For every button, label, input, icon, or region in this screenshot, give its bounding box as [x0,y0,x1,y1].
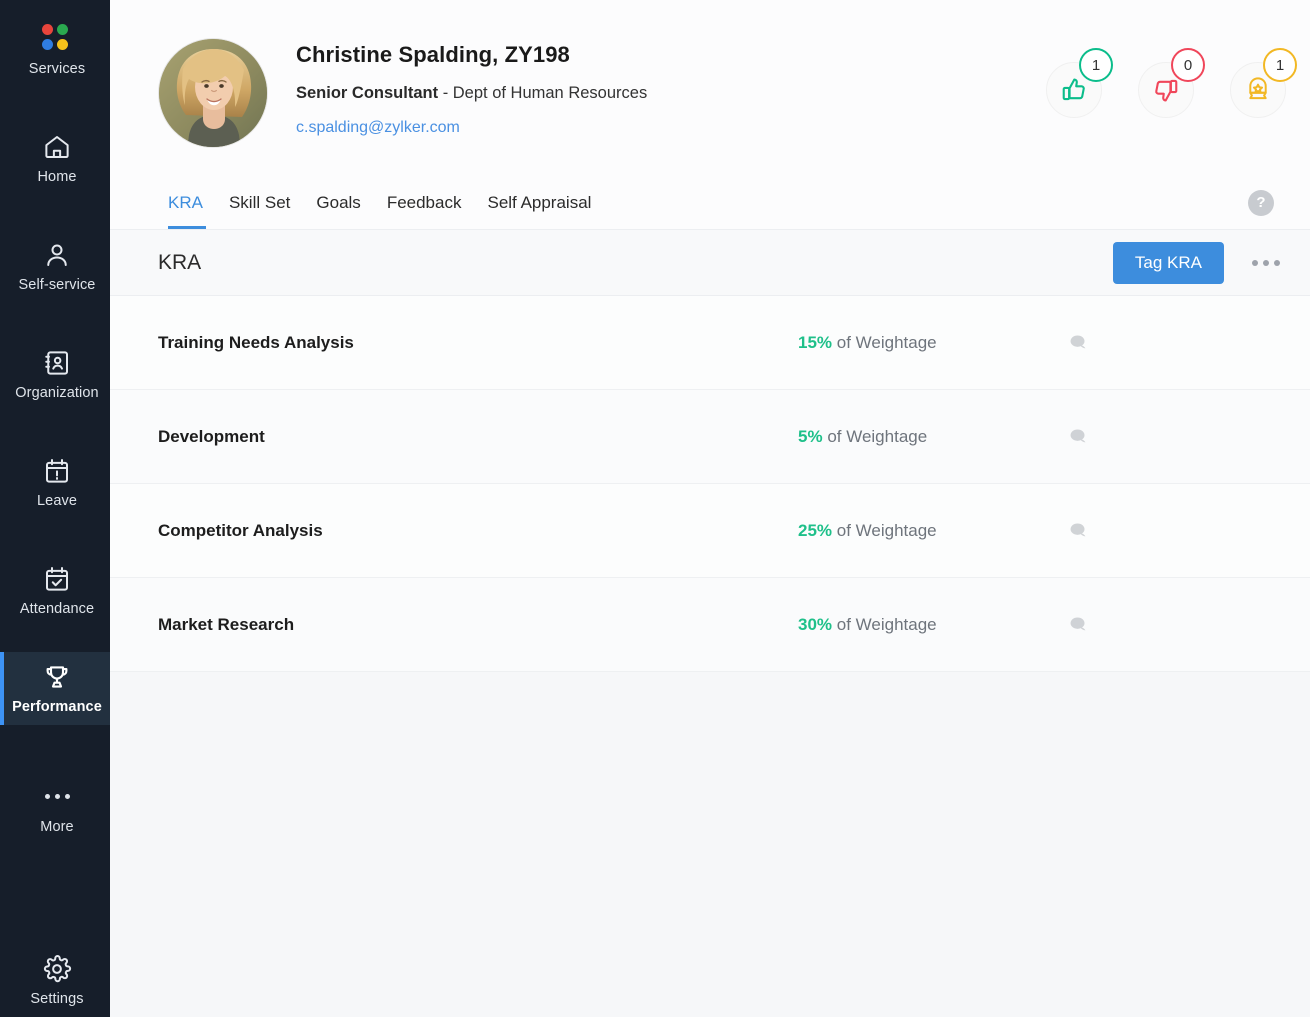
profile-role-line: Senior Consultant - Dept of Human Resour… [296,84,647,103]
kra-percent: 30% [798,615,832,634]
tab-self-appraisal[interactable]: Self Appraisal [474,176,604,229]
kra-title: Training Needs Analysis [158,333,798,353]
thumbs-up-badge[interactable]: 1 [1046,62,1102,118]
table-row[interactable]: Market Research 30% of Weightage [110,578,1310,672]
profile-info: Christine Spalding, ZY198 Senior Consult… [296,38,647,137]
app-root: Services Home Self-service [0,0,1310,1017]
main-sidebar: Services Home Self-service [0,0,110,1017]
sidebar-item-more[interactable]: More [0,772,110,845]
sidebar-item-label: Home [37,169,76,185]
kra-percent: 25% [798,521,832,540]
thumbs-up-icon [1060,76,1088,104]
tab-goals[interactable]: Goals [303,176,373,229]
trophy-icon [42,662,72,692]
sidebar-item-organization[interactable]: Organization [0,338,110,411]
profile-designation: Senior Consultant [296,84,438,102]
calendar-check-icon [42,564,72,594]
kra-title: Competitor Analysis [158,521,798,541]
kra-weightage: 5% of Weightage [798,427,1068,447]
kra-percent: 5% [798,427,823,446]
thumbs-down-badge[interactable]: 0 [1138,62,1194,118]
tab-feedback[interactable]: Feedback [374,176,475,229]
tag-kra-button[interactable]: Tag KRA [1113,242,1224,284]
tab-kra[interactable]: KRA [158,176,216,229]
gear-icon [42,954,72,984]
tab-skill-set[interactable]: Skill Set [216,176,303,229]
tab-label: Goals [316,193,360,213]
kra-list: Training Needs Analysis 15% of Weightage… [110,296,1310,1017]
help-icon[interactable]: ? [1248,190,1274,216]
kra-percent: 15% [798,333,832,352]
sidebar-item-label: Performance [12,699,102,715]
badge-count: 1 [1079,48,1113,82]
sidebar-item-label: Self-service [19,277,96,293]
tab-bar: KRA Skill Set Goals Feedback Self Apprai… [110,176,1310,230]
kra-title: Market Research [158,615,798,635]
sidebar-item-attendance[interactable]: Attendance [0,554,110,627]
profile-header: Christine Spalding, ZY198 Senior Consult… [110,0,1310,176]
thumbs-down-icon [1152,76,1180,104]
comment-icon[interactable] [1068,426,1090,448]
tab-label: Skill Set [229,193,290,213]
main-content: Christine Spalding, ZY198 Senior Consult… [110,0,1310,1017]
kra-weightage: 15% of Weightage [798,333,1068,353]
sidebar-item-self-service[interactable]: Self-service [0,230,110,303]
kra-title: Development [158,427,798,447]
sidebar-item-home[interactable]: Home [0,122,110,195]
comment-icon[interactable] [1068,614,1090,636]
sidebar-item-services[interactable]: Services [0,14,110,87]
kra-weightage: 25% of Weightage [798,521,1068,541]
sidebar-item-label: Services [29,61,85,77]
tab-label: Feedback [387,193,462,213]
tab-label: KRA [168,193,203,213]
section-title: KRA [158,251,201,275]
home-icon [42,132,72,162]
profile-department: - Dept of Human Resources [443,84,648,102]
badge-group: 1 0 [1046,62,1286,118]
badge-count: 1 [1263,48,1297,82]
sidebar-item-label: Attendance [20,601,94,617]
page-title: Christine Spalding, ZY198 [296,42,647,68]
tab-label: Self Appraisal [487,193,591,213]
table-row[interactable]: Competitor Analysis 25% of Weightage [110,484,1310,578]
comment-icon[interactable] [1068,332,1090,354]
kra-toolbar: KRA Tag KRA [110,230,1310,296]
badge-count: 0 [1171,48,1205,82]
sidebar-item-label: Leave [37,493,77,509]
user-icon [42,240,72,270]
profile-email-link[interactable]: c.spalding@zylker.com [296,119,647,137]
sidebar-item-label: More [40,819,73,835]
comment-icon[interactable] [1068,520,1090,542]
table-row[interactable]: Training Needs Analysis 15% of Weightage [110,296,1310,390]
award-badge[interactable]: 1 [1230,62,1286,118]
sidebar-item-leave[interactable]: Leave [0,446,110,519]
kra-weight-label: of Weightage [837,333,937,352]
kra-weight-label: of Weightage [837,521,937,540]
ellipsis-icon[interactable] [1246,254,1286,272]
sidebar-item-settings[interactable]: Settings [0,944,110,1017]
kra-weightage: 30% of Weightage [798,615,1068,635]
kra-weight-label: of Weightage [827,427,927,446]
kra-weight-label: of Weightage [837,615,937,634]
award-icon [1244,76,1272,104]
contact-book-icon [42,348,72,378]
sidebar-item-label: Organization [15,385,98,401]
sidebar-item-performance[interactable]: Performance [0,652,110,725]
services-dots-icon [42,24,72,54]
sidebar-item-label: Settings [30,991,83,1007]
ellipsis-icon [42,782,72,812]
avatar [158,38,268,148]
table-row[interactable]: Development 5% of Weightage [110,390,1310,484]
calendar-alert-icon [42,456,72,486]
